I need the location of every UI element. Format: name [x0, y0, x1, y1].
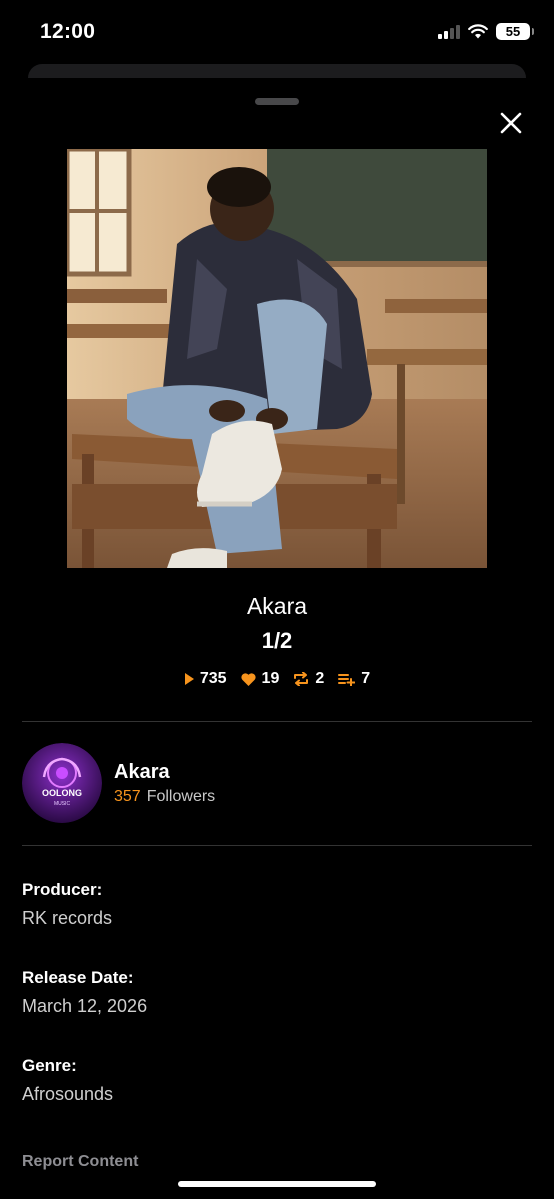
plays-count: 735 [199, 670, 227, 687]
producer-value: RK records [22, 908, 113, 928]
followers-count: 357 [114, 787, 141, 805]
reposts-stat: 2 [293, 670, 324, 688]
wifi-icon [468, 24, 488, 39]
artist-info: Akara 357 Followers [114, 761, 215, 806]
divider [22, 845, 532, 846]
track-position: 1/2 [261, 628, 293, 653]
playlist-add-icon [338, 673, 356, 686]
likes-stat: 19 [240, 670, 280, 688]
divider [22, 721, 532, 722]
artist-row[interactable]: OOLONG MUSIC Akara 357 Followers [22, 743, 215, 823]
reposts-count: 2 [315, 670, 325, 687]
avatar-text-bottom: MUSIC [54, 801, 71, 807]
status-time: 12:00 [40, 20, 96, 43]
genre-section: Genre: Afrosounds [22, 1056, 113, 1105]
plays-stat: 735 [184, 670, 227, 688]
release-date-section: Release Date: March 12, 2026 [22, 968, 147, 1017]
playlist-adds-stat: 7 [338, 670, 370, 688]
status-indicators: 55 [438, 23, 534, 40]
close-button[interactable] [494, 106, 528, 140]
close-icon [500, 112, 522, 134]
artist-name[interactable]: Akara [114, 761, 215, 784]
repost-icon [294, 672, 309, 686]
genre-value: Afrosounds [22, 1084, 114, 1104]
signal-icon [438, 24, 460, 39]
sheet-grabber[interactable] [255, 98, 299, 105]
artist-logo: OOLONG MUSIC [22, 743, 102, 823]
status-bar: 12:00 55 [0, 0, 554, 62]
battery-icon: 55 [496, 23, 534, 40]
heart-icon [240, 672, 256, 686]
cover-art [67, 149, 487, 568]
playlist-adds-count: 7 [361, 670, 371, 687]
play-icon [184, 673, 194, 685]
producer-label: Producer: [22, 880, 103, 899]
genre-label: Genre: [22, 1056, 77, 1075]
track-title: Akara [246, 593, 308, 619]
cover-art-image [67, 149, 487, 568]
avatar[interactable]: OOLONG MUSIC [22, 743, 102, 823]
followers-label: Followers [146, 787, 216, 805]
home-indicator[interactable] [178, 1181, 376, 1187]
report-content-link[interactable]: Report Content [22, 1153, 138, 1171]
release-date-value: March 12, 2026 [22, 996, 148, 1016]
avatar-text-top: OOLONG [42, 788, 82, 798]
release-date-label: Release Date: [22, 968, 134, 987]
followers: 357 Followers [114, 788, 215, 806]
producer-section: Producer: RK records [22, 880, 112, 929]
likes-count: 19 [261, 670, 280, 687]
track-stats: 735 19 2 7 [0, 670, 554, 688]
